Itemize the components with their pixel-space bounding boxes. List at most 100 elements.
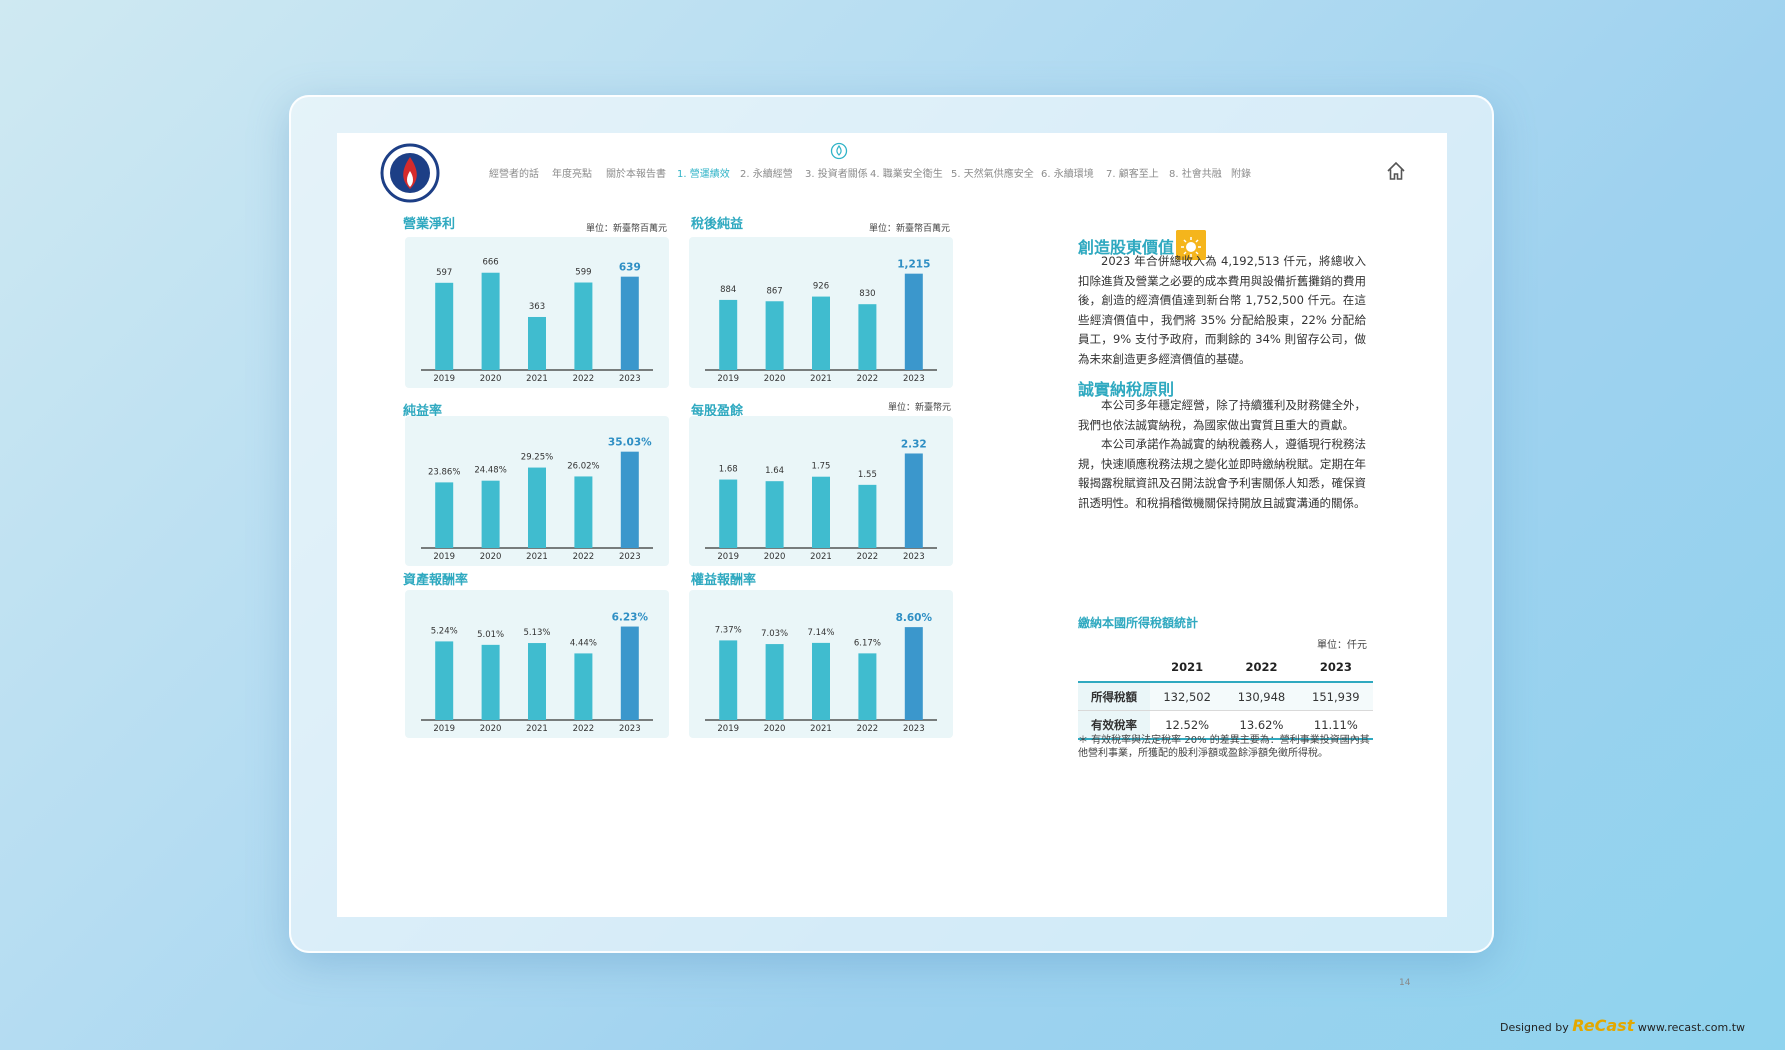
home-icon[interactable]: [1385, 160, 1407, 182]
x-tick-label-2023: 2023: [903, 552, 925, 562]
nav-item-operating-performance[interactable]: 1. 營運績效: [677, 165, 730, 180]
bar-2019: [719, 299, 738, 370]
nav-item-sustainability[interactable]: 2. 永續經營: [740, 165, 793, 180]
data-label-2019: 7.37%: [715, 625, 742, 635]
x-tick-label-2021: 2021: [810, 552, 832, 562]
bar-chart-svg: 884 2019 867 2020 926 2021 830 2022 1,215 2023: [705, 259, 937, 384]
data-label-2023: 8.60%: [896, 612, 933, 624]
x-tick-label-2023: 2023: [619, 724, 641, 734]
credit-label: Designed by: [1500, 1021, 1569, 1034]
bar-2021: [528, 467, 546, 548]
bar-2020: [765, 481, 784, 548]
chart-title-roa: 資產報酬率: [403, 573, 469, 588]
nav-item-highlights[interactable]: 年度亮點: [552, 165, 592, 180]
chart-net-income: 884 2019 867 2020 926 2021 830 2022 1,215 2023: [689, 237, 953, 388]
x-tick-label-2021: 2021: [526, 552, 548, 562]
chart-unit-eps: 單位：新臺幣元: [888, 403, 952, 413]
x-tick-label-2021: 2021: [810, 724, 832, 734]
data-label-2019: 597: [436, 268, 452, 278]
data-label-2021: 7.14%: [807, 628, 834, 638]
nav-item-appendix[interactable]: 附錄: [1231, 165, 1251, 180]
data-label-2021: 363: [529, 302, 545, 312]
bar-chart-svg: 7.37% 2019 7.03% 2020 7.14% 2021 6.17% 2022 8.60…: [705, 612, 937, 734]
chart-title-net-income: 稅後純益: [691, 217, 744, 232]
bar-2019: [435, 482, 454, 548]
bar-chart-svg: 597 2019 666 2020 363 2021 599 2022 639 2023: [421, 258, 653, 384]
bar-2022: [574, 476, 593, 548]
table-cell: 151,939: [1298, 681, 1373, 711]
chart-roa: 5.24% 2019 5.01% 2020 5.13% 2021 4.44% 2022 6.23…: [405, 590, 669, 738]
chart-roe: 7.37% 2019 7.03% 2020 7.14% 2021 6.17% 2022 8.60…: [689, 590, 953, 738]
x-tick-label-2019: 2019: [433, 552, 455, 562]
table-header-blank: [1078, 653, 1150, 682]
bar-2022: [858, 653, 877, 720]
data-label-2022: 599: [575, 268, 591, 278]
x-tick-label-2023: 2023: [903, 374, 925, 384]
data-label-2021: 29.25%: [521, 453, 553, 463]
row-label: 所得稅額: [1078, 681, 1150, 711]
x-tick-label-2019: 2019: [717, 374, 739, 384]
x-tick-label-2020: 2020: [764, 374, 786, 384]
bar-chart-svg: 23.86% 2019 24.48% 2020 29.25% 2021 26.02% 2022…: [421, 437, 653, 562]
data-label-2023: 1,215: [897, 259, 930, 271]
x-tick-label-2023: 2023: [619, 374, 641, 384]
data-label-2021: 1.75: [812, 462, 831, 472]
x-tick-label-2020: 2020: [480, 724, 502, 734]
x-tick-label-2023: 2023: [903, 724, 925, 734]
bar-2021: [812, 642, 830, 720]
bar-2019: [435, 282, 454, 370]
chart-margin: 23.86% 2019 24.48% 2020 29.25% 2021 26.02% 2022…: [405, 416, 669, 566]
data-label-2022: 4.44%: [570, 638, 597, 648]
bar-2023: [904, 453, 923, 548]
credit-url[interactable]: www.recast.com.tw: [1638, 1021, 1745, 1034]
data-label-2023: 35.03%: [608, 437, 652, 449]
bar-chart-svg: 1.68 2019 1.64 2020 1.75 2021 1.55 2022 2.32 2023: [705, 438, 937, 562]
x-tick-label-2022: 2022: [573, 552, 595, 562]
table-row: 所得稅額 132,502 130,948 151,939: [1078, 681, 1373, 711]
bar-2019: [435, 641, 454, 720]
bar-2021: [528, 316, 546, 370]
data-label-2020: 666: [482, 258, 498, 268]
bar-2023: [620, 626, 639, 720]
nav-item-about-report[interactable]: 關於本報告書: [606, 165, 666, 180]
x-tick-label-2022: 2022: [573, 724, 595, 734]
chart-title-roe: 權益報酬率: [691, 573, 757, 588]
x-tick-label-2022: 2022: [857, 724, 879, 734]
tax-table-unit: 單位：仟元: [1317, 640, 1367, 651]
nav-item-ceo-message[interactable]: 經營者的話: [489, 165, 539, 180]
bar-2022: [858, 484, 877, 548]
data-label-2020: 867: [766, 286, 782, 296]
data-label-2020: 1.64: [765, 466, 784, 476]
x-tick-label-2021: 2021: [810, 374, 832, 384]
data-label-2019: 5.24%: [431, 626, 458, 636]
nav-item-customers[interactable]: 7. 顧客至上: [1106, 165, 1159, 180]
tax-table-title: 繳納本國所得稅額統計: [1078, 616, 1199, 630]
x-tick-label-2022: 2022: [573, 374, 595, 384]
nav-item-environment[interactable]: 6. 永續環境: [1041, 165, 1094, 180]
chart-title-operating-profit: 營業淨利: [403, 217, 456, 232]
nav-item-social-inclusion[interactable]: 8. 社會共融: [1169, 165, 1222, 180]
chart-unit-operating-profit: 單位：新臺幣百萬元: [586, 224, 668, 234]
nav-item-gas-supply-safety[interactable]: 5. 天然氣供應安全: [951, 165, 1034, 180]
data-label-2023: 2.32: [901, 438, 927, 450]
data-label-2019: 884: [720, 285, 736, 295]
page-number: 14: [1399, 978, 1411, 988]
bar-2020: [481, 272, 500, 370]
table-header: 2022: [1245, 660, 1278, 674]
data-label-2021: 926: [813, 282, 829, 292]
x-tick-label-2020: 2020: [764, 724, 786, 734]
bar-2022: [574, 282, 593, 370]
bar-2023: [620, 276, 639, 370]
table-cell: 132,502: [1149, 681, 1225, 711]
chart-operating-profit: 597 2019 666 2020 363 2021 599 2022 639 2023: [405, 237, 669, 388]
data-label-2020: 24.48%: [474, 466, 506, 476]
x-tick-label-2020: 2020: [480, 552, 502, 562]
x-tick-label-2021: 2021: [526, 374, 548, 384]
nav-item-occupational-safety[interactable]: 4. 職業安全衛生: [870, 165, 943, 180]
bar-2020: [765, 301, 784, 370]
bar-2022: [858, 304, 877, 370]
table-header: 2021: [1171, 660, 1204, 674]
paragraph-tax-principles-1: 本公司多年穩定經營，除了持續獲利及財務健全外，我們也依法誠實納稅，為國家做出實質…: [1078, 398, 1366, 432]
nav-item-investor-relations[interactable]: 3. 投資者關係: [805, 165, 868, 180]
data-label-2022: 6.17%: [854, 638, 881, 648]
